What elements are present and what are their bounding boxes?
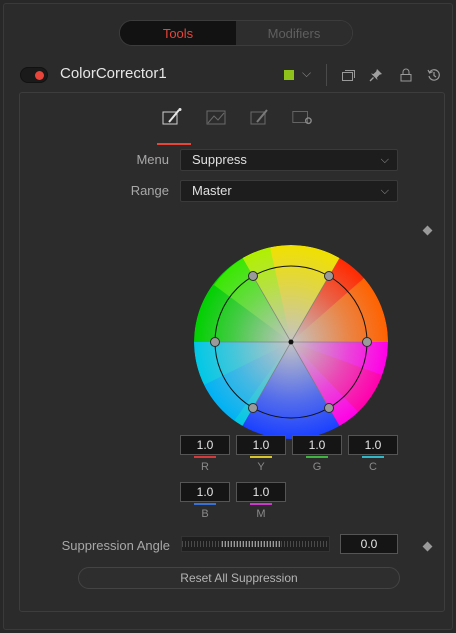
wheel-center: [288, 339, 294, 345]
yellow-label: Y: [257, 461, 265, 473]
range-dropdown[interactable]: Master ⌵: [180, 180, 398, 202]
magenta-indicator: [250, 503, 272, 505]
node-name: ColorCorrector1: [60, 65, 167, 82]
green-indicator: [306, 456, 328, 458]
toggle-indicator: [35, 71, 44, 80]
cyan-label: C: [369, 461, 377, 473]
range-label: Range: [130, 183, 169, 198]
control-page-tabs: [157, 103, 350, 145]
blue-value-input[interactable]: 1.0: [180, 482, 230, 502]
keyframe-diamond-icon[interactable]: [422, 541, 433, 552]
green-value-input[interactable]: 1.0: [292, 435, 342, 455]
node-enable-toggle[interactable]: [20, 67, 48, 83]
tool-controls-panel: Menu Suppress ⌵ Range Master ⌵ 1.0 R 1.0…: [19, 92, 445, 612]
suppression-angle-slider[interactable]: [181, 536, 330, 552]
slider-track-highlight: [222, 541, 282, 547]
options-tab-icon[interactable]: [249, 107, 271, 127]
suppression-angle-label: Suppression Angle: [61, 538, 170, 553]
chevron-down-icon[interactable]: ⌵: [302, 66, 311, 81]
cyan-value-input[interactable]: 1.0: [348, 435, 398, 455]
yellow-indicator: [250, 456, 272, 458]
red-label: R: [201, 461, 209, 473]
header-divider: [326, 64, 327, 86]
tab-modifiers[interactable]: Modifiers: [236, 21, 352, 45]
node-header: ColorCorrector1 ⌵: [4, 60, 452, 90]
blue-indicator: [194, 503, 216, 505]
active-subtab-indicator: [157, 143, 191, 145]
color-tab-icon[interactable]: [161, 107, 183, 127]
red-value-input[interactable]: 1.0: [180, 435, 230, 455]
pin-icon[interactable]: [368, 67, 384, 83]
blue-label: B: [201, 508, 209, 520]
menu-label: Menu: [136, 152, 169, 167]
reset-all-suppression-button[interactable]: Reset All Suppression: [78, 567, 400, 589]
suppression-angle-input[interactable]: 0.0: [340, 534, 398, 554]
settings-tab-icon[interactable]: [291, 107, 313, 127]
levels-tab-icon[interactable]: [205, 107, 227, 127]
inspector-window: Tools Modifiers ColorCorrector1 ⌵ Menu S…: [3, 3, 453, 630]
window-icon[interactable]: [340, 67, 356, 83]
reset-icon[interactable]: [426, 67, 442, 83]
lock-icon[interactable]: [398, 67, 414, 83]
chevron-down-icon: ⌵: [380, 154, 389, 166]
cyan-indicator: [362, 456, 384, 458]
red-indicator: [194, 456, 216, 458]
menu-value: Suppress: [192, 152, 247, 167]
chevron-down-icon: ⌵: [380, 185, 389, 197]
menu-dropdown[interactable]: Suppress ⌵: [180, 149, 398, 171]
magenta-value-input[interactable]: 1.0: [236, 482, 286, 502]
green-label: G: [312, 461, 322, 473]
inspector-tabs: Tools Modifiers: [119, 20, 353, 46]
node-color-swatch[interactable]: [284, 70, 294, 80]
yellow-value-input[interactable]: 1.0: [236, 435, 286, 455]
suppression-color-wheel[interactable]: [194, 245, 388, 439]
keyframe-diamond-icon[interactable]: [422, 225, 433, 236]
tab-tools[interactable]: Tools: [120, 21, 236, 45]
range-value: Master: [192, 183, 232, 198]
magenta-label: M: [256, 508, 266, 520]
